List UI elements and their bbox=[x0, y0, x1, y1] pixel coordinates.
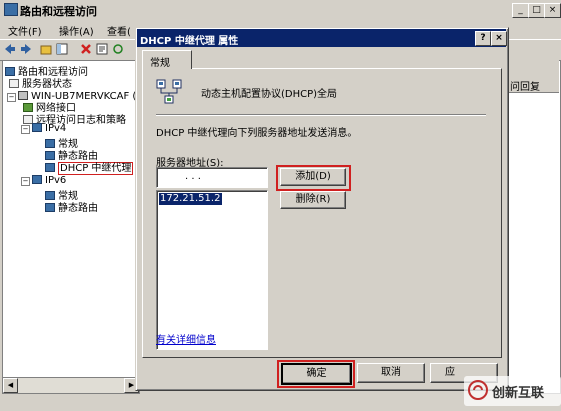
dialog-titlebar: DHCP 中继代理 属性 ? × bbox=[137, 29, 507, 47]
watermark-text: 创新互联 bbox=[492, 386, 545, 401]
app-icon bbox=[4, 3, 18, 16]
remove-button[interactable]: 删除(R) bbox=[280, 191, 346, 209]
up-folder-icon[interactable] bbox=[40, 43, 52, 55]
menu-view[interactable]: 查看( bbox=[107, 23, 131, 38]
details-column-header[interactable]: 问回复 bbox=[508, 76, 559, 93]
cancel-button[interactable]: 取消 bbox=[357, 363, 425, 383]
collapse-icon[interactable]: − bbox=[21, 125, 30, 134]
protocol-icon bbox=[45, 203, 55, 212]
protocol-icon bbox=[32, 123, 42, 132]
main-window-titlebar: 路由和远程访问 _ □ × bbox=[0, 0, 561, 19]
network-computers-icon bbox=[156, 78, 184, 104]
tree-item-dhcp-relay-agent[interactable]: DHCP 中继代理 bbox=[45, 159, 134, 175]
maximize-button[interactable]: □ bbox=[528, 3, 545, 18]
dialog-close-button[interactable]: × bbox=[491, 31, 507, 46]
help-button[interactable]: ? bbox=[475, 31, 491, 46]
back-arrow-icon[interactable] bbox=[4, 43, 16, 55]
delete-icon[interactable] bbox=[80, 43, 92, 55]
collapse-icon[interactable]: − bbox=[21, 177, 30, 186]
server-address-list[interactable] bbox=[156, 190, 268, 350]
ip-address-input[interactable]: . . . bbox=[156, 167, 268, 188]
tree-item-ipv6-static-routes[interactable]: 静态路由 bbox=[45, 199, 98, 214]
more-info-link[interactable]: 有关详细信息 bbox=[156, 331, 216, 346]
dialog-title: DHCP 中继代理 属性 bbox=[140, 36, 239, 47]
protocol-name: 动态主机配置协议(DHCP)全局 bbox=[201, 89, 338, 100]
main-window-title: 路由和远程访问 bbox=[20, 5, 97, 18]
scroll-left-icon[interactable]: ◀ bbox=[3, 378, 18, 393]
tree-horizontal-scrollbar[interactable]: ◀ ▶ bbox=[2, 377, 140, 394]
properties-icon[interactable] bbox=[96, 43, 108, 55]
menu-file[interactable]: 文件(F) bbox=[8, 23, 42, 38]
watermark-logo: 创新互联 bbox=[464, 376, 561, 406]
tree-item-ipv6[interactable]: − IPv6 bbox=[21, 175, 66, 186]
details-header-spacer bbox=[508, 60, 559, 77]
separator bbox=[156, 114, 486, 116]
forward-arrow-icon[interactable] bbox=[20, 43, 32, 55]
menu-action[interactable]: 操作(A) bbox=[59, 23, 94, 38]
ip-address-dots: . . . bbox=[185, 171, 201, 182]
server-list-item[interactable]: 172.21.51.2 bbox=[158, 192, 223, 206]
tree-item-ipv4[interactable]: − IPv4 bbox=[21, 123, 66, 134]
tab-general[interactable]: 常规 bbox=[142, 50, 192, 69]
add-button[interactable]: 添加(D) bbox=[280, 168, 346, 186]
collapse-icon[interactable]: − bbox=[7, 93, 16, 102]
minimize-button[interactable]: _ bbox=[512, 3, 529, 18]
console-tree[interactable]: 路由和远程访问 服务器状态 − WIN-UB7MERVKCAF (本 网络接口 远… bbox=[2, 60, 140, 378]
ok-button[interactable]: 确定 bbox=[281, 363, 352, 385]
protocol-icon bbox=[32, 175, 42, 184]
refresh-icon[interactable] bbox=[112, 43, 124, 55]
details-pane bbox=[508, 60, 561, 394]
protocol-icon bbox=[45, 163, 55, 172]
description-text: DHCP 中继代理向下列服务器地址发送消息。 bbox=[156, 128, 358, 139]
show-tree-icon[interactable] bbox=[56, 43, 68, 55]
close-button[interactable]: × bbox=[544, 3, 561, 18]
brand-icon bbox=[468, 380, 488, 400]
